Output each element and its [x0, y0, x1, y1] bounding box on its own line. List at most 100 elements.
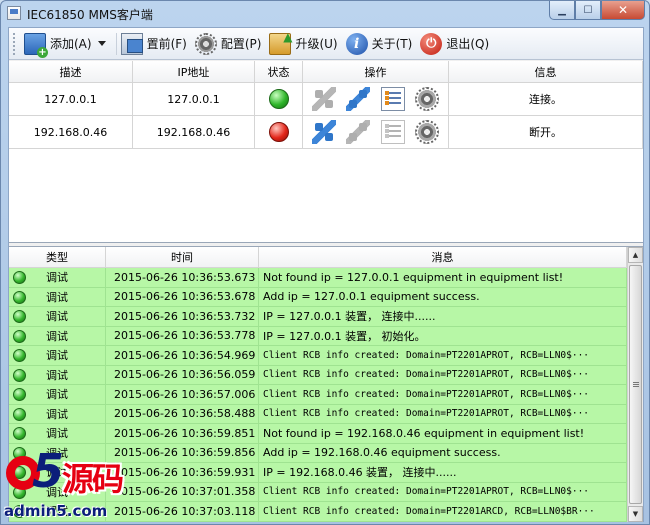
gear-icon	[194, 32, 217, 55]
col-type[interactable]: 类型	[9, 247, 106, 267]
maximize-icon: ☐	[583, 4, 593, 16]
log-message: IP = 127.0.0.1 装置， 初始化。	[259, 326, 627, 345]
log-time: 2015-06-26 10:36:56.059	[106, 365, 259, 384]
bring-front-icon	[120, 32, 143, 55]
close-button[interactable]: ✕	[601, 1, 645, 20]
log-type-label: 调试	[46, 349, 68, 363]
device-row[interactable]: 127.0.0.1 127.0.0.1 连接。	[9, 83, 643, 116]
log-type: 调试	[9, 385, 106, 404]
log-row[interactable]: 调试 2015-06-26 10:36:53.778 IP = 127.0.0.1 …	[9, 326, 627, 346]
col-ops[interactable]: 操作	[303, 61, 449, 82]
log-message: Add ip = 127.0.0.1 equipment success.	[259, 287, 627, 306]
log-message: Client RCB info created: Domain=PT2201AP…	[259, 385, 627, 404]
log-type: 调试	[9, 365, 106, 384]
minimize-icon: ▁	[558, 4, 566, 16]
device-settings-gear-icon[interactable]	[414, 120, 439, 144]
log-status-icon	[13, 290, 26, 304]
device-ip: 127.0.0.1	[133, 83, 255, 115]
col-info[interactable]: 信息	[449, 61, 643, 82]
status-green-icon	[268, 89, 289, 109]
log-row[interactable]: 调试 2015-06-26 10:36:57.006 Client RCB info…	[9, 385, 627, 405]
log-message: IP = 127.0.0.1 装置， 连接成功	[259, 521, 627, 522]
col-msg[interactable]: 消息	[259, 247, 627, 267]
log-row[interactable]: 调试 2015-06-26 10:36:56.059 Client RCB info…	[9, 365, 627, 385]
device-row[interactable]: 192.168.0.46 192.168.0.46 断开。	[9, 116, 643, 149]
log-row[interactable]: 调试 2015-06-26 10:36:59.851 Not found ip = …	[9, 424, 627, 444]
report-list-icon[interactable]	[380, 87, 405, 111]
col-time[interactable]: 时间	[106, 247, 259, 267]
add-dropdown-arrow-icon[interactable]	[97, 41, 106, 46]
add-label: 添加(A)	[50, 37, 92, 51]
log-type: 调试	[9, 346, 106, 365]
log-message: Client RCB info created: Domain=PT2201AP…	[259, 365, 627, 384]
watermark-url: admin5.com	[4, 502, 108, 520]
config-button[interactable]: 配置(P)	[193, 30, 268, 58]
watermark-brand: 源码	[62, 460, 124, 498]
log-time: 2015-06-26 10:36:57.006	[106, 385, 259, 404]
log-type: 调试	[9, 326, 106, 345]
device-state	[255, 83, 303, 115]
log-type: 调试	[9, 404, 106, 423]
window-title: IEC61850 MMS客户端	[27, 8, 153, 22]
log-row[interactable]: 调试 2015-06-26 10:36:53.673 Not found ip = …	[9, 268, 627, 288]
exit-button[interactable]: ⏻ 退出(Q)	[418, 30, 495, 58]
log-scrollbar[interactable]: ▲ ▼	[627, 247, 643, 522]
log-type: 调试	[9, 268, 106, 287]
connect-icon[interactable]	[312, 120, 337, 144]
log-status-icon	[13, 271, 26, 284]
upgrade-label: 升级(U)	[295, 37, 338, 51]
col-ip[interactable]: IP地址	[133, 61, 255, 82]
add-device-icon	[24, 32, 48, 58]
upgrade-button[interactable]: 升级(U)	[267, 30, 343, 58]
app-icon	[7, 6, 21, 20]
toolbar-grip[interactable]	[13, 32, 16, 55]
log-row[interactable]: 调试 2015-06-26 10:36:53.678 Add ip = 127.0.…	[9, 287, 627, 307]
log-message: IP = 127.0.0.1 装置， 连接中......	[259, 307, 627, 326]
col-desc[interactable]: 描述	[9, 61, 133, 82]
minimize-button[interactable]: ▁	[549, 1, 575, 20]
about-button[interactable]: i 关于(T)	[344, 30, 419, 58]
toolbar: 添加(A) 置前(F) 配置(P) 升级(U) i 关于(T) ⏻	[9, 28, 643, 60]
log-message: Add ip = 192.168.0.46 equipment success.	[259, 443, 627, 462]
scroll-down-icon[interactable]: ▼	[628, 506, 643, 522]
scroll-thumb[interactable]	[629, 265, 642, 504]
connect-icon[interactable]	[312, 87, 337, 111]
log-type-label: 调试	[46, 388, 68, 402]
log-status-icon	[13, 407, 26, 421]
config-label: 配置(P)	[220, 37, 262, 51]
power-icon: ⏻	[420, 32, 443, 55]
watermark-logo: 5 源码 admin5.com	[0, 444, 162, 525]
title-bar[interactable]: IEC61850 MMS客户端 ▁ ☐ ✕	[1, 1, 649, 25]
log-message: Client RCB info created: Domain=PT2201AP…	[259, 346, 627, 365]
log-time: 2015-06-26 10:36:53.732	[106, 307, 259, 326]
log-status-icon	[13, 349, 26, 362]
log-time: 2015-06-26 10:36:54.969	[106, 346, 259, 365]
log-message: IP = 192.168.0.46 装置， 连接中......	[259, 463, 627, 482]
log-row[interactable]: 调试 2015-06-26 10:36:58.488 Client RCB info…	[9, 404, 627, 424]
disconnect-icon[interactable]	[346, 120, 371, 144]
maximize-button[interactable]: ☐	[575, 1, 601, 20]
upgrade-icon	[269, 30, 292, 55]
watermark-a5-logo: 5	[6, 444, 64, 498]
log-status-icon	[13, 310, 26, 323]
log-row[interactable]: 调试 2015-06-26 10:36:53.732 IP = 127.0.0.1 …	[9, 307, 627, 327]
device-settings-gear-icon[interactable]	[414, 87, 439, 111]
scroll-up-icon[interactable]: ▲	[628, 247, 643, 263]
log-table-header: 类型 时间 消息	[9, 247, 643, 268]
log-row[interactable]: 调试 2015-06-26 10:36:54.969 Client RCB info…	[9, 346, 627, 366]
log-type-label: 调试	[46, 290, 68, 304]
device-desc: 127.0.0.1	[9, 83, 133, 115]
status-red-icon	[268, 122, 289, 142]
device-ops	[303, 83, 449, 115]
device-ops	[303, 116, 449, 148]
close-icon: ✕	[617, 3, 629, 17]
log-status-icon	[13, 388, 26, 401]
report-list-icon[interactable]	[380, 120, 405, 144]
add-button[interactable]: 添加(A)	[22, 30, 98, 58]
disconnect-icon[interactable]	[346, 87, 371, 111]
about-label: 关于(T)	[371, 37, 413, 51]
log-time: 2015-06-26 10:36:53.678	[106, 287, 259, 306]
col-state[interactable]: 状态	[255, 61, 303, 82]
bring-front-button[interactable]: 置前(F)	[119, 30, 193, 58]
device-table: 描述 IP地址 状态 操作 信息 127.0.0.1 127.0.0.1 连接。	[9, 61, 643, 243]
